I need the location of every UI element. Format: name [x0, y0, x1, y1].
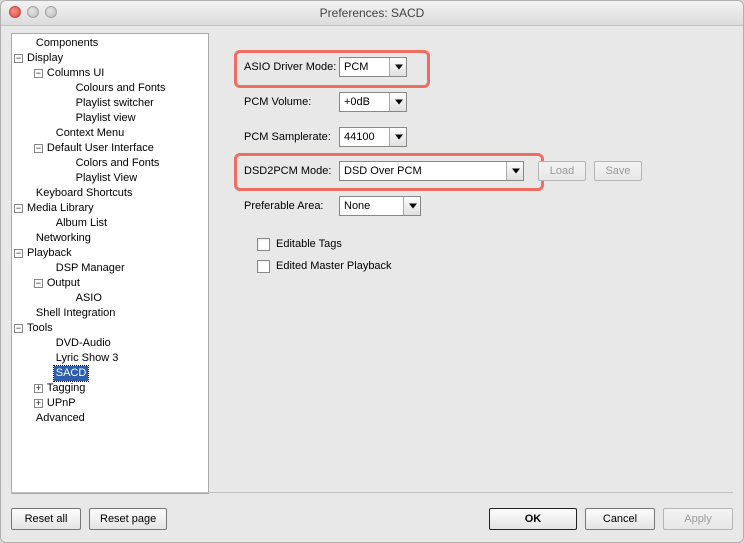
collapse-icon[interactable] — [34, 144, 43, 153]
tree-item-playlist-view[interactable]: Playlist View — [12, 171, 208, 186]
tree-item-display[interactable]: Display — [12, 51, 208, 66]
asio-driver-mode-select[interactable]: PCM — [339, 57, 407, 77]
tree-item-album-list[interactable]: Album List — [12, 216, 208, 231]
collapse-icon[interactable] — [34, 279, 43, 288]
reset-all-button[interactable]: Reset all — [11, 508, 81, 530]
pcm-samplerate-label: PCM Samplerate: — [244, 131, 339, 143]
editable-tags-checkbox[interactable] — [257, 238, 270, 251]
tree-item-lyric-show[interactable]: Lyric Show 3 — [12, 351, 208, 366]
preferences-window: Preferences: SACD Components Display Col… — [0, 0, 744, 543]
dsd2pcm-mode-select[interactable]: DSD Over PCM — [339, 161, 524, 181]
titlebar[interactable]: Preferences: SACD — [1, 1, 743, 26]
edited-master-playback-label[interactable]: Edited Master Playback — [276, 260, 392, 272]
tree-item-context-menu[interactable]: Context Menu — [12, 126, 208, 141]
tree-item-asio[interactable]: ASIO — [12, 291, 208, 306]
ok-button[interactable]: OK — [489, 508, 577, 530]
dialog-footer: Reset all Reset page OK Cancel Apply — [11, 508, 733, 530]
dsd2pcm-mode-label: DSD2PCM Mode: — [244, 165, 339, 177]
expand-icon[interactable] — [34, 384, 43, 393]
tree-item-sacd[interactable]: SACD — [12, 366, 208, 381]
pcm-volume-label: PCM Volume: — [244, 96, 339, 108]
apply-button: Apply — [663, 508, 733, 530]
tree-item-media-library[interactable]: Media Library — [12, 201, 208, 216]
cancel-button[interactable]: Cancel — [585, 508, 655, 530]
tree-item-columns-ui[interactable]: Columns UI — [12, 66, 208, 81]
collapse-icon[interactable] — [34, 69, 43, 78]
tree-item-upnp[interactable]: UPnP — [12, 396, 208, 411]
preferences-tree[interactable]: Components Display Columns UI Colours an… — [11, 33, 209, 494]
pcm-samplerate-select[interactable]: 44100 — [339, 127, 407, 147]
tree-item-playlist-view-lc[interactable]: Playlist view — [12, 111, 208, 126]
save-button: Save — [594, 161, 642, 181]
tree-item-advanced[interactable]: Advanced — [12, 411, 208, 426]
tree-item-default-ui[interactable]: Default User Interface — [12, 141, 208, 156]
collapse-icon[interactable] — [14, 249, 23, 258]
settings-pane: ASIO Driver Mode: PCM PCM Volume: +0dB — [217, 33, 733, 494]
collapse-icon[interactable] — [14, 204, 23, 213]
tree-item-components[interactable]: Components — [12, 36, 208, 51]
tree-item-colours-fonts[interactable]: Colours and Fonts — [12, 81, 208, 96]
preferable-area-label: Preferable Area: — [244, 200, 339, 212]
tree-item-tools[interactable]: Tools — [12, 321, 208, 336]
tree-item-shell-integration[interactable]: Shell Integration — [12, 306, 208, 321]
tree-item-tagging[interactable]: Tagging — [12, 381, 208, 396]
tree-item-dsp-manager[interactable]: DSP Manager — [12, 261, 208, 276]
load-button: Load — [538, 161, 586, 181]
close-icon[interactable] — [9, 6, 21, 18]
window-title: Preferences: SACD — [1, 6, 743, 20]
pcm-volume-select[interactable]: +0dB — [339, 92, 407, 112]
tree-item-output[interactable]: Output — [12, 276, 208, 291]
footer-divider — [11, 492, 733, 493]
zoom-icon[interactable] — [45, 6, 57, 18]
collapse-icon[interactable] — [14, 324, 23, 333]
preferable-area-select[interactable]: None — [339, 196, 421, 216]
tree-item-networking[interactable]: Networking — [12, 231, 208, 246]
collapse-icon[interactable] — [14, 54, 23, 63]
edited-master-playback-checkbox[interactable] — [257, 260, 270, 273]
reset-page-button[interactable]: Reset page — [89, 508, 167, 530]
tree-item-colors-fonts[interactable]: Colors and Fonts — [12, 156, 208, 171]
tree-item-dvd-audio[interactable]: DVD-Audio — [12, 336, 208, 351]
editable-tags-label[interactable]: Editable Tags — [276, 238, 342, 250]
tree-item-keyboard-shortcuts[interactable]: Keyboard Shortcuts — [12, 186, 208, 201]
minimize-icon[interactable] — [27, 6, 39, 18]
asio-driver-mode-label: ASIO Driver Mode: — [244, 61, 339, 73]
tree-item-playlist-switcher[interactable]: Playlist switcher — [12, 96, 208, 111]
window-controls — [9, 6, 57, 18]
tree-item-playback[interactable]: Playback — [12, 246, 208, 261]
expand-icon[interactable] — [34, 399, 43, 408]
